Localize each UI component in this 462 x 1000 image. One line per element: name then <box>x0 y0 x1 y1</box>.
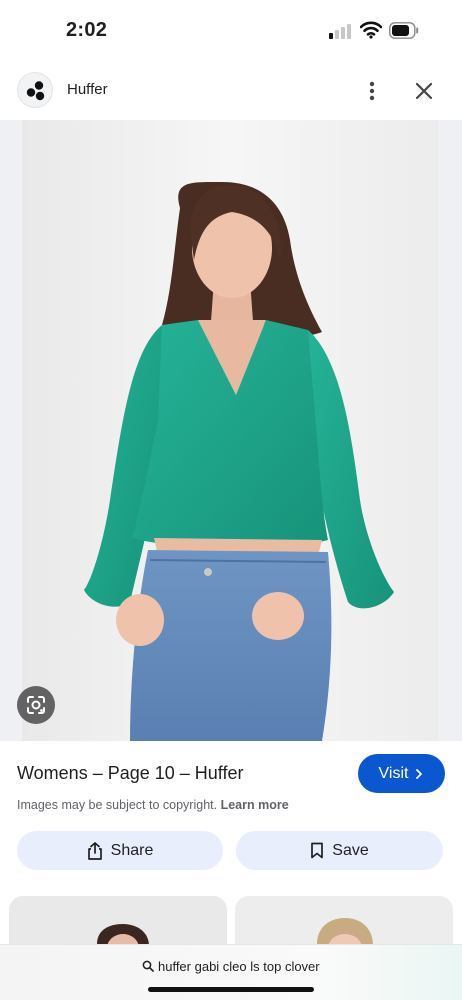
cellular-signal-icon <box>329 23 353 39</box>
home-indicator[interactable] <box>148 987 314 992</box>
status-bar: 2:02 <box>0 0 462 62</box>
header: Huffer <box>0 62 462 120</box>
wifi-icon <box>360 21 382 39</box>
search-query-text: huffer gabi cleo ls top clover <box>157 959 320 974</box>
result-title[interactable]: Womens – Page 10 – Huffer <box>17 763 243 784</box>
share-label: Share <box>110 841 154 859</box>
share-icon <box>87 841 102 860</box>
bookmark-icon <box>311 842 324 859</box>
learn-more-link[interactable]: Learn more <box>221 798 289 812</box>
status-time: 2:02 <box>66 19 108 41</box>
search-icon <box>143 960 155 972</box>
battery-icon <box>389 22 419 39</box>
save-label: Save <box>332 841 369 859</box>
bottom-search-bar[interactable]: huffer gabi cleo ls top clover <box>0 944 462 1000</box>
copyright-text: Images may be subject to copyright. <box>17 798 218 812</box>
lens-button[interactable] <box>17 686 55 724</box>
huffer-logo-icon <box>26 81 45 101</box>
search-query[interactable]: huffer gabi cleo ls top clover <box>0 959 462 974</box>
site-logo[interactable] <box>17 72 53 108</box>
chevron-right-icon <box>416 768 423 779</box>
image-viewer[interactable] <box>0 120 462 741</box>
site-name[interactable]: Huffer <box>67 81 108 98</box>
more-options-button[interactable] <box>359 76 385 106</box>
close-icon <box>415 82 433 100</box>
share-button[interactable]: Share <box>17 831 223 870</box>
lens-icon <box>27 696 45 714</box>
product-photo <box>22 120 438 741</box>
close-button[interactable] <box>409 76 439 106</box>
visit-button[interactable]: Visit <box>358 754 445 793</box>
copyright-notice: Images may be subject to copyright. Lear… <box>17 798 289 812</box>
vertical-dots-icon <box>369 81 375 101</box>
save-button[interactable]: Save <box>236 831 443 870</box>
visit-label: Visit <box>378 764 409 782</box>
